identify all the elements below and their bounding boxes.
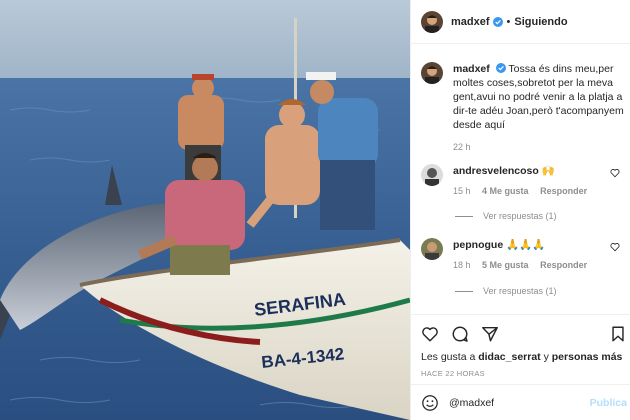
post-side-panel: madxef • Siguiendo madxef Tossa és dins … — [410, 0, 630, 420]
share-paper-plane-icon[interactable] — [481, 325, 499, 343]
comment-username[interactable]: pepnogue — [453, 239, 503, 251]
comment-text: 🙌 — [541, 165, 555, 177]
comment-bubble-icon[interactable] — [451, 325, 469, 343]
likes-others-link[interactable]: personas más — [552, 351, 623, 363]
comment-likes[interactable]: 4 Me gusta — [482, 186, 529, 196]
post-header: madxef • Siguiendo — [411, 0, 630, 44]
likes-connector: y — [543, 351, 549, 363]
view-replies-button[interactable]: Ver respuestas (1) — [455, 211, 557, 221]
publish-button[interactable]: Publica — [590, 397, 627, 409]
likes-prefix: Les gusta a — [421, 351, 476, 363]
comment-username[interactable]: andresvelencoso — [453, 165, 539, 177]
post-photo[interactable]: SERAFINA BA-4-1342 — [0, 0, 410, 420]
replies-divider — [455, 290, 473, 292]
following-button[interactable]: Siguiendo — [514, 16, 567, 28]
comment-meta: 18 h 5 Me gusta Responder — [453, 258, 626, 272]
reply-button[interactable]: Responder — [540, 260, 587, 270]
caption-time[interactable]: 22 h — [453, 142, 471, 152]
comment-text: 🙏🙏🙏 — [506, 239, 546, 251]
comment-likes[interactable]: 5 Me gusta — [482, 260, 529, 270]
avatar[interactable] — [421, 10, 443, 33]
comment-item: pepnogue 🙏🙏🙏 18 h 5 Me gusta Responder — [421, 238, 626, 272]
verified-badge-icon — [495, 63, 506, 73]
post-timestamp[interactable]: HACE 22 HORAS — [421, 369, 485, 378]
verified-badge-icon — [492, 16, 503, 27]
action-row — [421, 325, 499, 343]
caption-username[interactable]: madxef — [453, 63, 490, 75]
comment-like-heart-icon[interactable] — [610, 242, 620, 252]
view-replies-label[interactable]: Ver respuestas (1) — [483, 286, 557, 296]
comment-composer: Publica — [411, 384, 630, 420]
header-username[interactable]: madxef — [451, 16, 490, 28]
comment-avatar[interactable] — [421, 164, 443, 186]
save-bookmark-icon[interactable] — [609, 325, 627, 343]
comment-item: andresvelencoso 🙌 15 h 4 Me gusta Respon… — [421, 164, 626, 198]
post-caption: madxef Tossa és dins meu,per moltes cose… — [421, 62, 626, 154]
comment-time[interactable]: 15 h — [453, 186, 471, 196]
caption-avatar[interactable] — [421, 62, 443, 84]
emoji-smiley-icon[interactable] — [421, 394, 439, 412]
comment-input[interactable] — [449, 396, 579, 409]
view-replies-label[interactable]: Ver respuestas (1) — [483, 211, 557, 221]
like-heart-icon[interactable] — [421, 325, 439, 343]
comment-meta: 15 h 4 Me gusta Responder — [453, 184, 626, 198]
reply-button[interactable]: Responder — [540, 186, 587, 196]
comment-avatar[interactable] — [421, 238, 443, 260]
comment-like-heart-icon[interactable] — [610, 168, 620, 178]
sky — [0, 0, 410, 80]
likes-summary: Les gusta a didac_serrat y personas más — [421, 351, 622, 363]
comment-time[interactable]: 18 h — [453, 260, 471, 270]
liked-by-username[interactable]: didac_serrat — [478, 351, 540, 363]
header-separator: • — [506, 15, 511, 28]
view-replies-button[interactable]: Ver respuestas (1) — [455, 286, 557, 296]
caption-meta: 22 h — [453, 140, 626, 154]
replies-divider — [455, 215, 473, 217]
